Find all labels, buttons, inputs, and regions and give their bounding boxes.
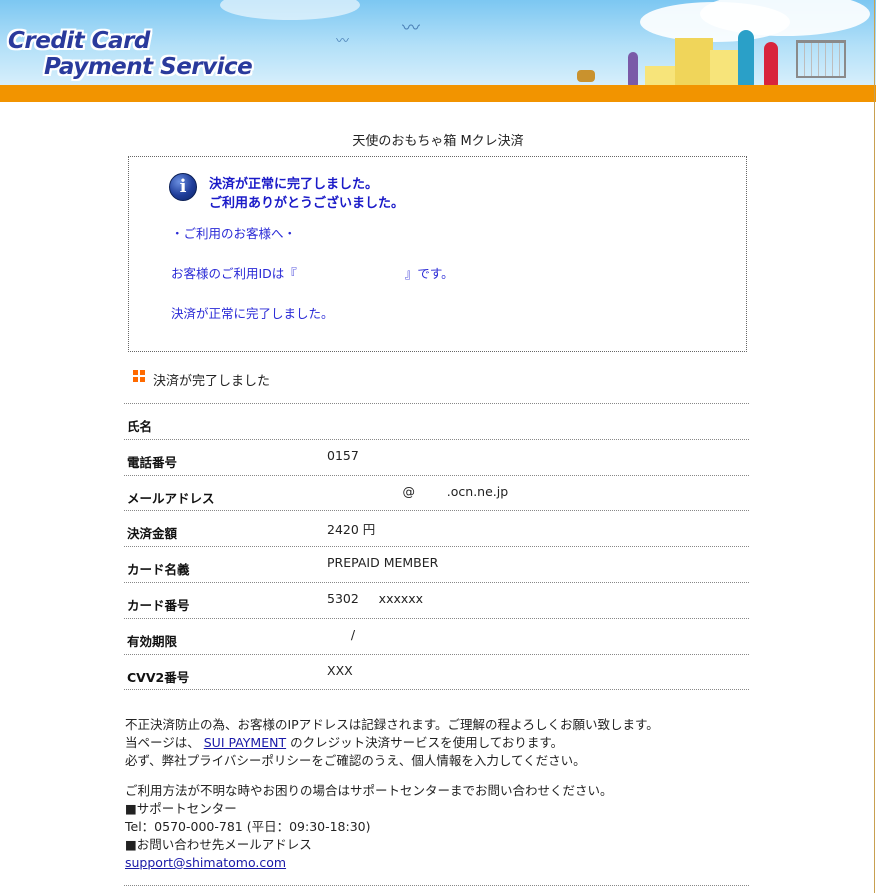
table-row: 氏名 [124, 404, 749, 440]
header-orange-band [0, 85, 876, 102]
shopper-figure [764, 42, 778, 86]
completion-message-line-1: 決済が正常に完了しました。 [209, 177, 379, 192]
shopper-figure [738, 30, 754, 86]
support-inquiry: ご利用方法が不明な時やお困りの場合はサポートセンターまでお問い合わせください。 [125, 783, 613, 798]
cart-icon [796, 40, 846, 78]
section-heading-text: 決済が完了しました [153, 374, 271, 389]
bottom-divider [124, 885, 749, 886]
bird-icon: 〰 [336, 34, 350, 49]
row-value: / [327, 626, 356, 642]
table-row: メールアドレス @ .ocn.ne.jp [124, 476, 749, 512]
row-value: PREPAID MEMBER [327, 555, 439, 571]
table-row: 電話番号 0157 [124, 440, 749, 476]
row-label: カード名義 [127, 562, 190, 578]
info-icon: i [169, 173, 197, 201]
row-value: 5302 xxxxxx [327, 590, 424, 606]
row-label: 氏名 [127, 419, 153, 434]
row-value: XXX [327, 662, 353, 678]
completed-text: 決済が正常に完了しました。 [171, 306, 334, 321]
table-row: 有効期限 / [124, 619, 749, 655]
sui-payment-link[interactable]: SUI PAYMENT [204, 735, 286, 750]
table-row: カード番号 5302 xxxxxx [124, 583, 749, 619]
shopper-figure [628, 52, 638, 86]
row-label: メールアドレス [127, 490, 215, 506]
privacy-notice: 必ず、弊社プライバシーポリシーをご確認のうえ、個人情報を入力してください。 [125, 753, 586, 768]
table-row: カード名義 PREPAID MEMBER [124, 547, 749, 583]
completion-message-line-2: ご利用ありがとうございました。 [209, 196, 405, 211]
support-email-heading: ■お問い合わせ先メールアドレス [125, 837, 312, 852]
service-notice-suffix: のクレジット決済サービスを使用しております。 [286, 735, 564, 750]
row-label: 決済金額 [127, 526, 178, 542]
building-decoration [645, 66, 675, 86]
footer-notes: 不正決済防止の為、お客様のIPアドレスは記録されます。ご理解の程よろしくお願い致… [125, 716, 659, 872]
completion-message: 決済が正常に完了しました。 ご利用ありがとうございました。 [209, 175, 404, 213]
logo-line-1: Credit Card [8, 28, 150, 54]
bird-icon: 〰 [402, 18, 420, 39]
dog-figure [577, 70, 595, 82]
customer-greeting: ・ご利用のお客様へ・ [171, 226, 297, 241]
section-heading: 決済が完了しました [133, 369, 271, 389]
row-value: 0157 [327, 447, 359, 463]
support-phone: Tel：0570-000-781 (平日：09:30-18:30) [125, 819, 371, 834]
table-row: 決済金額 2420 円 [124, 511, 749, 548]
payment-details-table: 氏名 電話番号 0157 メールアドレス @ .ocn.ne.jp 決済金額 2… [124, 403, 749, 691]
header-banner: 〰 〰 Credit Card Payment Service [0, 0, 876, 102]
cloud-decoration [220, 0, 360, 20]
usage-id-suffix: 』です。 [404, 266, 454, 281]
service-notice: 当ページは、 SUI PAYMENT のクレジット決済サービスを使用しております… [125, 734, 659, 752]
building-decoration [675, 38, 713, 86]
logo-line-2: Payment Service [44, 54, 253, 80]
row-label: 有効期限 [127, 633, 178, 649]
completion-notice-box: i 決済が正常に完了しました。 ご利用ありがとうございました。 ・ご利用のお客様… [128, 156, 747, 352]
ip-notice: 不正決済防止の為、お客様のIPアドレスは記録されます。ご理解の程よろしくお願い致… [125, 717, 659, 732]
row-label: カード番号 [127, 597, 190, 613]
building-decoration [710, 50, 740, 86]
support-center-heading: ■サポートセンター [125, 801, 237, 816]
usage-id-prefix: お客様のご利用IDは『 [171, 266, 297, 281]
row-label: CVV2番号 [127, 669, 190, 685]
usage-id-line: お客様のご利用IDは『 』です。 [171, 263, 454, 282]
row-value: @ .ocn.ne.jp [327, 483, 509, 499]
grid-squares-icon [133, 369, 145, 382]
support-email-link[interactable]: support@shimatomo.com [125, 855, 286, 870]
service-notice-prefix: 当ページは、 [125, 735, 204, 750]
site-logo: Credit Card Payment Service [8, 28, 253, 80]
shop-title: 天使のおもちゃ箱 Mクレ決済 [352, 134, 524, 149]
table-row: CVV2番号 XXX [124, 655, 749, 691]
row-label: 電話番号 [127, 454, 178, 470]
row-value: 2420 円 [327, 522, 376, 538]
